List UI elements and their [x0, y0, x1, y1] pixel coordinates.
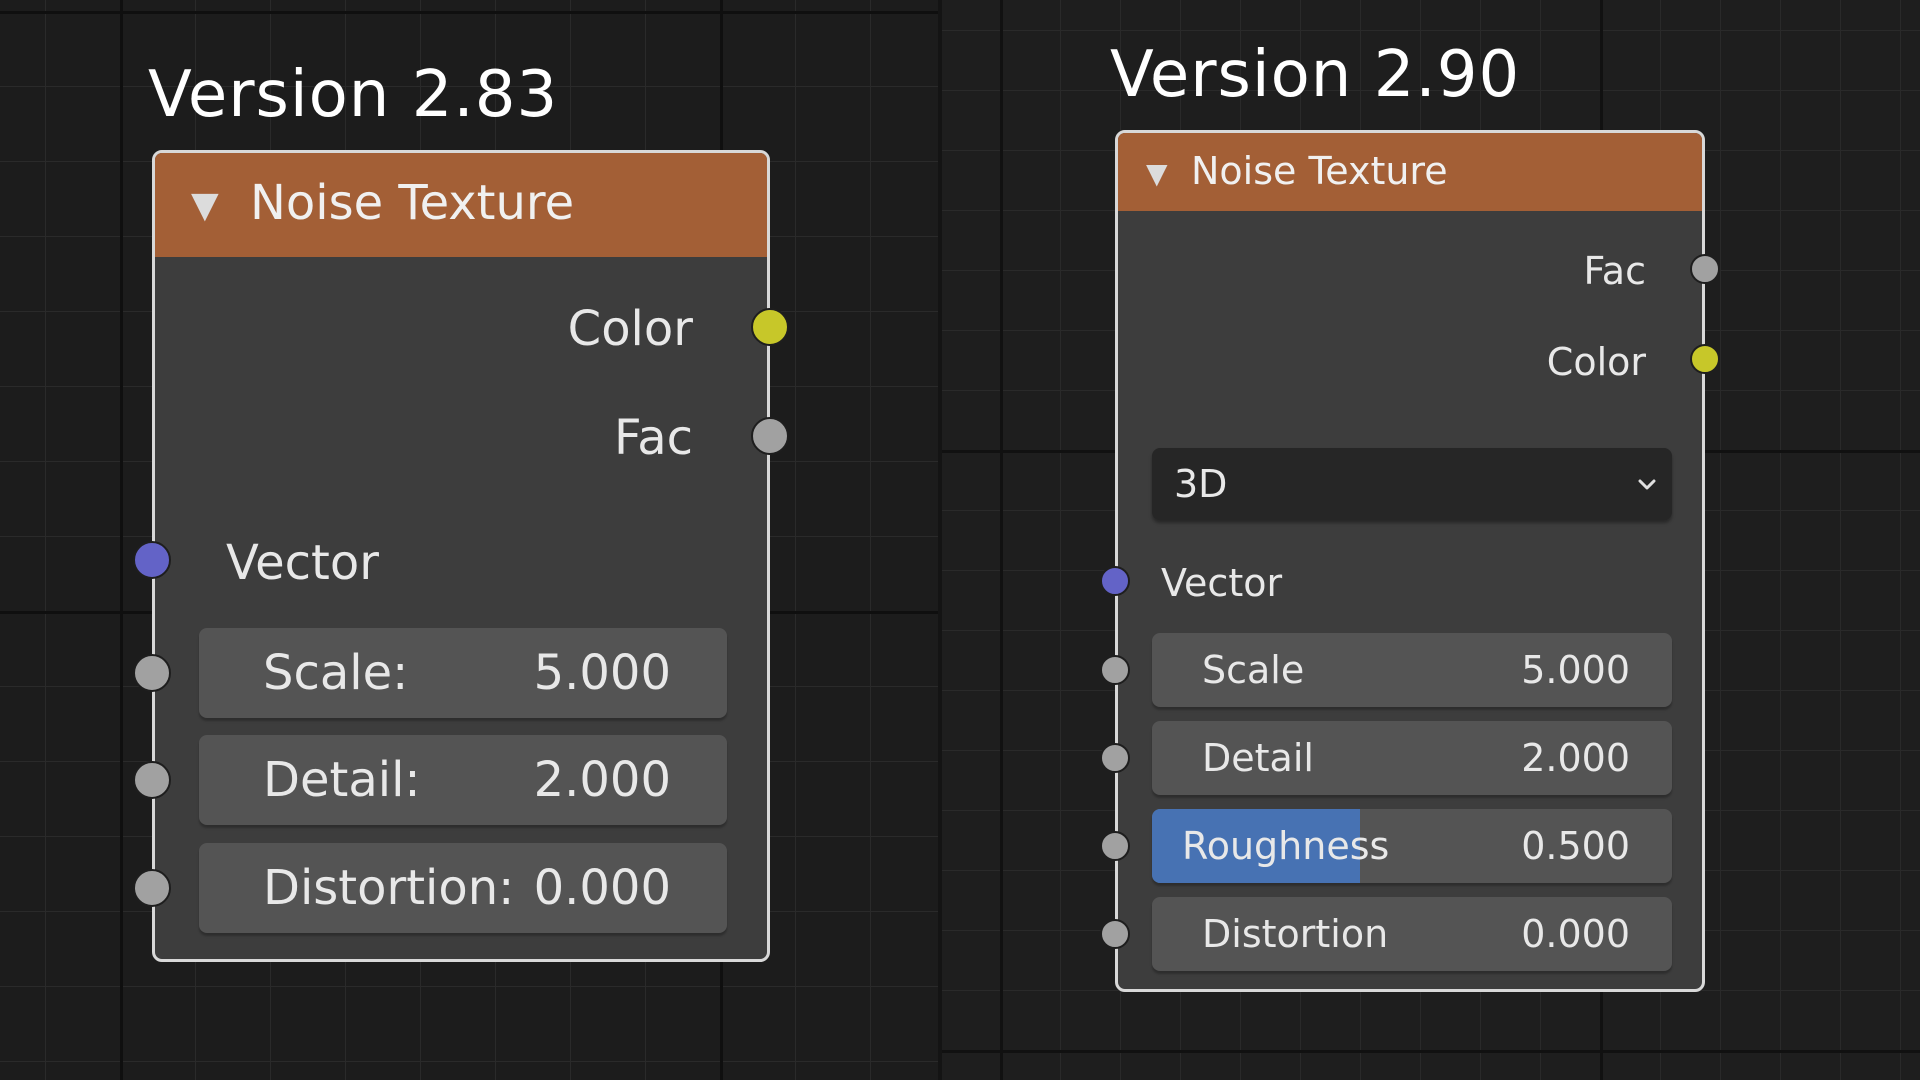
distortion-value: 0.000 [1521, 912, 1630, 956]
output-color-socket[interactable] [1690, 344, 1720, 374]
detail-field[interactable]: Detail: 2.000 [199, 735, 727, 825]
scale-field[interactable]: Scale: 5.000 [199, 628, 727, 718]
output-color-label: Color [1546, 340, 1646, 384]
dimensions-dropdown[interactable]: 3D [1152, 448, 1672, 520]
distortion-field[interactable]: Distortion: 0.000 [199, 843, 727, 933]
output-fac-socket[interactable] [751, 417, 789, 455]
input-vector-socket[interactable] [133, 541, 171, 579]
roughness-value: 0.500 [1521, 824, 1630, 868]
detail-label: Detail: [263, 752, 421, 808]
distortion-socket[interactable] [1100, 919, 1130, 949]
detail-field[interactable]: Detail 2.000 [1152, 721, 1672, 795]
node-header[interactable]: ▼ Noise Texture [1118, 133, 1702, 211]
noise-texture-node-283[interactable]: ▼ Noise Texture Color Fac Vector Scale: … [133, 150, 789, 962]
output-color-socket[interactable] [751, 308, 789, 346]
dimensions-value: 3D [1174, 462, 1228, 506]
detail-label: Detail [1202, 736, 1314, 780]
distortion-socket[interactable] [133, 869, 171, 907]
detail-socket[interactable] [133, 761, 171, 799]
distortion-label: Distortion: [263, 860, 515, 916]
version-title-right: Version 2.90 [1110, 38, 1521, 112]
collapse-triangle-icon[interactable]: ▼ [191, 185, 219, 226]
distortion-field[interactable]: Distortion 0.000 [1152, 897, 1672, 971]
scale-value: 5.000 [533, 645, 671, 701]
node-header[interactable]: ▼ Noise Texture [155, 153, 767, 257]
output-fac-socket[interactable] [1690, 254, 1720, 284]
noise-texture-node-290[interactable]: ▼ Noise Texture Fac Color 3D Vector Scal… [1100, 130, 1720, 992]
distortion-label: Distortion [1202, 912, 1389, 956]
version-title-left: Version 2.83 [148, 58, 559, 132]
chevron-down-icon [1638, 479, 1656, 490]
input-vector-label: Vector [226, 535, 379, 591]
input-vector-label: Vector [1161, 561, 1283, 605]
output-fac-label: Fac [613, 410, 693, 466]
output-color-label: Color [567, 301, 693, 357]
collapse-triangle-icon[interactable]: ▼ [1146, 157, 1168, 190]
detail-value: 2.000 [1521, 736, 1630, 780]
node-title: Noise Texture [250, 175, 575, 231]
scale-field[interactable]: Scale 5.000 [1152, 633, 1672, 707]
node-title: Noise Texture [1191, 149, 1448, 193]
roughness-socket[interactable] [1100, 831, 1130, 861]
scale-value: 5.000 [1521, 648, 1630, 692]
roughness-slider[interactable]: Roughness 0.500 [1152, 809, 1672, 883]
detail-value: 2.000 [533, 752, 671, 808]
input-vector-socket[interactable] [1100, 566, 1130, 596]
scale-socket[interactable] [1100, 655, 1130, 685]
scale-socket[interactable] [133, 654, 171, 692]
roughness-label: Roughness [1182, 824, 1390, 868]
scale-label: Scale: [263, 645, 409, 701]
detail-socket[interactable] [1100, 743, 1130, 773]
panel-divider [938, 0, 942, 1080]
scale-label: Scale [1202, 648, 1305, 692]
output-fac-label: Fac [1583, 249, 1646, 293]
distortion-value: 0.000 [533, 860, 671, 916]
